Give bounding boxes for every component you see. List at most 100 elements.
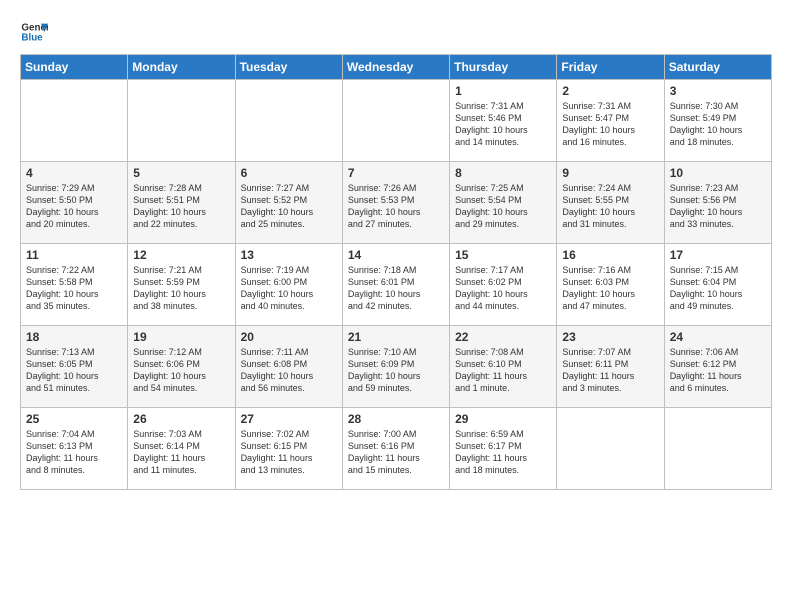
day-number: 16: [562, 248, 658, 262]
calendar-cell: 9 Sunrise: 7:24 AM Sunset: 5:55 PM Daylig…: [557, 162, 664, 244]
day-number: 1: [455, 84, 551, 98]
calendar-cell: [664, 408, 771, 490]
calendar-cell: [235, 80, 342, 162]
day-number: 27: [241, 412, 337, 426]
calendar-cell: 8 Sunrise: 7:25 AM Sunset: 5:54 PM Daylig…: [450, 162, 557, 244]
calendar-cell: 6 Sunrise: 7:27 AM Sunset: 5:52 PM Daylig…: [235, 162, 342, 244]
calendar-cell: 7 Sunrise: 7:26 AM Sunset: 5:53 PM Daylig…: [342, 162, 449, 244]
day-info: Sunrise: 7:00 AM Sunset: 6:16 PM Dayligh…: [348, 428, 444, 477]
day-number: 28: [348, 412, 444, 426]
day-header-friday: Friday: [557, 55, 664, 80]
calendar-cell: 27Sunrise: 7:02 AM Sunset: 6:15 PM Dayli…: [235, 408, 342, 490]
calendar-header-row: SundayMondayTuesdayWednesdayThursdayFrid…: [21, 55, 772, 80]
day-header-monday: Monday: [128, 55, 235, 80]
day-number: 9: [562, 166, 658, 180]
calendar-cell: 11Sunrise: 7:22 AM Sunset: 5:58 PM Dayli…: [21, 244, 128, 326]
calendar-cell: 28 Sunrise: 7:00 AM Sunset: 6:16 PM Dayli…: [342, 408, 449, 490]
calendar-cell: 13 Sunrise: 7:19 AM Sunset: 6:00 PM Dayli…: [235, 244, 342, 326]
day-header-sunday: Sunday: [21, 55, 128, 80]
day-number: 17: [670, 248, 766, 262]
day-info: Sunrise: 7:15 AM Sunset: 6:04 PM Dayligh…: [670, 264, 766, 313]
calendar-body: 1 Sunrise: 7:31 AM Sunset: 5:46 PM Daylig…: [21, 80, 772, 490]
day-number: 12: [133, 248, 229, 262]
day-number: 6: [241, 166, 337, 180]
calendar-cell: 23Sunrise: 7:07 AM Sunset: 6:11 PM Dayli…: [557, 326, 664, 408]
calendar-cell: 10Sunrise: 7:23 AM Sunset: 5:56 PM Dayli…: [664, 162, 771, 244]
calendar-cell: 19Sunrise: 7:12 AM Sunset: 6:06 PM Dayli…: [128, 326, 235, 408]
calendar-cell: 14 Sunrise: 7:18 AM Sunset: 6:01 PM Dayli…: [342, 244, 449, 326]
day-number: 5: [133, 166, 229, 180]
calendar-cell: 3 Sunrise: 7:30 AM Sunset: 5:49 PM Daylig…: [664, 80, 771, 162]
day-number: 3: [670, 84, 766, 98]
day-number: 8: [455, 166, 551, 180]
day-number: 13: [241, 248, 337, 262]
calendar-cell: 17 Sunrise: 7:15 AM Sunset: 6:04 PM Dayli…: [664, 244, 771, 326]
calendar-cell: [128, 80, 235, 162]
day-number: 25: [26, 412, 122, 426]
day-number: 2: [562, 84, 658, 98]
calendar-cell: [557, 408, 664, 490]
calendar-cell: 1 Sunrise: 7:31 AM Sunset: 5:46 PM Daylig…: [450, 80, 557, 162]
day-info: Sunrise: 7:08 AM Sunset: 6:10 PM Dayligh…: [455, 346, 551, 395]
day-info: Sunrise: 7:31 AM Sunset: 5:47 PM Dayligh…: [562, 100, 658, 149]
day-number: 24: [670, 330, 766, 344]
day-info: Sunrise: 7:24 AM Sunset: 5:55 PM Dayligh…: [562, 182, 658, 231]
calendar-week-2: 4 Sunrise: 7:29 AM Sunset: 5:50 PM Daylig…: [21, 162, 772, 244]
calendar-week-5: 25Sunrise: 7:04 AM Sunset: 6:13 PM Dayli…: [21, 408, 772, 490]
day-number: 18: [26, 330, 122, 344]
day-info: Sunrise: 7:18 AM Sunset: 6:01 PM Dayligh…: [348, 264, 444, 313]
calendar-cell: 21 Sunrise: 7:10 AM Sunset: 6:09 PM Dayli…: [342, 326, 449, 408]
logo-icon: General Blue: [20, 18, 48, 46]
day-header-wednesday: Wednesday: [342, 55, 449, 80]
day-info: Sunrise: 7:31 AM Sunset: 5:46 PM Dayligh…: [455, 100, 551, 149]
header-area: General Blue: [20, 18, 772, 46]
day-number: 15: [455, 248, 551, 262]
calendar-cell: 29 Sunrise: 6:59 AM Sunset: 6:17 PM Dayli…: [450, 408, 557, 490]
day-number: 7: [348, 166, 444, 180]
calendar-cell: 20 Sunrise: 7:11 AM Sunset: 6:08 PM Dayli…: [235, 326, 342, 408]
day-number: 14: [348, 248, 444, 262]
day-number: 20: [241, 330, 337, 344]
day-info: Sunrise: 7:11 AM Sunset: 6:08 PM Dayligh…: [241, 346, 337, 395]
calendar-cell: 26 Sunrise: 7:03 AM Sunset: 6:14 PM Dayli…: [128, 408, 235, 490]
day-info: Sunrise: 7:03 AM Sunset: 6:14 PM Dayligh…: [133, 428, 229, 477]
calendar-cell: 24 Sunrise: 7:06 AM Sunset: 6:12 PM Dayli…: [664, 326, 771, 408]
day-info: Sunrise: 7:19 AM Sunset: 6:00 PM Dayligh…: [241, 264, 337, 313]
calendar-cell: [21, 80, 128, 162]
day-info: Sunrise: 7:30 AM Sunset: 5:49 PM Dayligh…: [670, 100, 766, 149]
day-number: 29: [455, 412, 551, 426]
svg-text:Blue: Blue: [21, 32, 43, 43]
day-info: Sunrise: 7:21 AM Sunset: 5:59 PM Dayligh…: [133, 264, 229, 313]
day-number: 11: [26, 248, 122, 262]
calendar-table: SundayMondayTuesdayWednesdayThursdayFrid…: [20, 54, 772, 490]
calendar-cell: [342, 80, 449, 162]
day-number: 4: [26, 166, 122, 180]
calendar-week-4: 18 Sunrise: 7:13 AM Sunset: 6:05 PM Dayli…: [21, 326, 772, 408]
calendar-week-1: 1 Sunrise: 7:31 AM Sunset: 5:46 PM Daylig…: [21, 80, 772, 162]
calendar-cell: 25Sunrise: 7:04 AM Sunset: 6:13 PM Dayli…: [21, 408, 128, 490]
day-info: Sunrise: 7:13 AM Sunset: 6:05 PM Dayligh…: [26, 346, 122, 395]
day-info: Sunrise: 7:27 AM Sunset: 5:52 PM Dayligh…: [241, 182, 337, 231]
day-number: 21: [348, 330, 444, 344]
day-info: Sunrise: 7:25 AM Sunset: 5:54 PM Dayligh…: [455, 182, 551, 231]
calendar-cell: 16Sunrise: 7:16 AM Sunset: 6:03 PM Dayli…: [557, 244, 664, 326]
day-info: Sunrise: 7:26 AM Sunset: 5:53 PM Dayligh…: [348, 182, 444, 231]
day-number: 26: [133, 412, 229, 426]
day-info: Sunrise: 7:17 AM Sunset: 6:02 PM Dayligh…: [455, 264, 551, 313]
day-header-saturday: Saturday: [664, 55, 771, 80]
calendar-cell: 22 Sunrise: 7:08 AM Sunset: 6:10 PM Dayli…: [450, 326, 557, 408]
day-info: Sunrise: 7:06 AM Sunset: 6:12 PM Dayligh…: [670, 346, 766, 395]
day-info: Sunrise: 7:12 AM Sunset: 6:06 PM Dayligh…: [133, 346, 229, 395]
calendar-cell: 4 Sunrise: 7:29 AM Sunset: 5:50 PM Daylig…: [21, 162, 128, 244]
calendar-cell: 18 Sunrise: 7:13 AM Sunset: 6:05 PM Dayli…: [21, 326, 128, 408]
day-number: 22: [455, 330, 551, 344]
day-info: Sunrise: 7:10 AM Sunset: 6:09 PM Dayligh…: [348, 346, 444, 395]
day-number: 23: [562, 330, 658, 344]
day-info: Sunrise: 6:59 AM Sunset: 6:17 PM Dayligh…: [455, 428, 551, 477]
day-info: Sunrise: 7:29 AM Sunset: 5:50 PM Dayligh…: [26, 182, 122, 231]
calendar-cell: 12 Sunrise: 7:21 AM Sunset: 5:59 PM Dayli…: [128, 244, 235, 326]
day-header-thursday: Thursday: [450, 55, 557, 80]
day-info: Sunrise: 7:28 AM Sunset: 5:51 PM Dayligh…: [133, 182, 229, 231]
day-number: 10: [670, 166, 766, 180]
calendar-cell: 5 Sunrise: 7:28 AM Sunset: 5:51 PM Daylig…: [128, 162, 235, 244]
